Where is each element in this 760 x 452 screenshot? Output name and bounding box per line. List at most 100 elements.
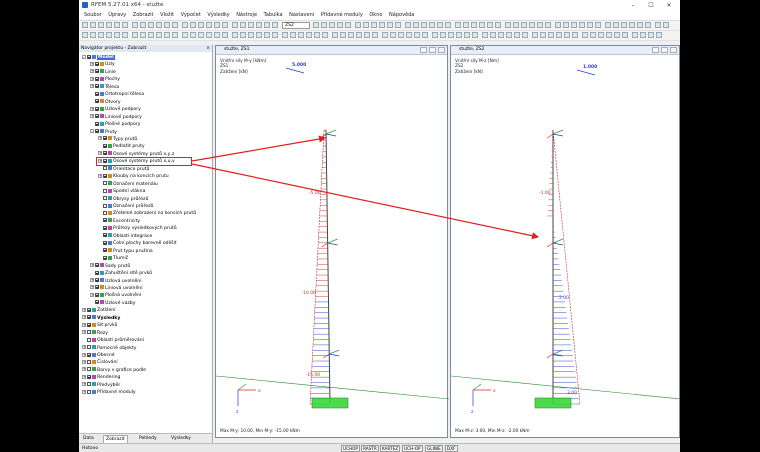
toolbar-button[interactable] [222, 22, 228, 28]
toolbar-button[interactable] [556, 32, 562, 38]
toolbar-button[interactable] [82, 32, 88, 38]
toolbar-button[interactable] [522, 32, 528, 38]
toolbar-button[interactable] [463, 22, 469, 28]
pane-restore-icon[interactable] [661, 47, 668, 53]
toolbar-button[interactable] [156, 22, 162, 28]
toolbar-button[interactable] [356, 32, 362, 38]
expand-icon[interactable]: + [90, 106, 94, 111]
expand-icon[interactable]: + [82, 359, 86, 364]
toolbar-button[interactable] [371, 22, 377, 28]
tree-node[interactable]: + Obecné [82, 352, 115, 359]
visibility-checkbox[interactable] [95, 129, 99, 133]
status-dxf-button[interactable]: DXF [445, 445, 458, 452]
visibility-checkbox[interactable] [103, 248, 107, 253]
toolbar-button[interactable] [256, 22, 262, 28]
visibility-checkbox[interactable] [95, 99, 99, 104]
toolbar-button[interactable] [314, 32, 320, 38]
toolbar-button[interactable] [172, 22, 178, 28]
toolbar-button[interactable] [464, 32, 470, 38]
toolbar-button[interactable] [605, 22, 611, 28]
tree-node[interactable]: + Plochy [90, 76, 120, 83]
visibility-checkbox[interactable] [103, 203, 107, 208]
toolbar-button[interactable] [663, 22, 669, 28]
expand-icon[interactable]: + [82, 322, 86, 327]
tree-node[interactable]: + Uzlové podpory [90, 106, 141, 113]
expand-icon[interactable]: + [98, 136, 102, 141]
visibility-checkbox[interactable] [103, 188, 107, 193]
toolbar-button[interactable] [472, 32, 478, 38]
expand-icon[interactable]: + [90, 263, 94, 268]
toolbar-button[interactable] [140, 32, 146, 38]
status-uchop2-button[interactable]: UCH-OP [402, 445, 423, 452]
toolbar-button[interactable] [337, 22, 343, 28]
toolbar-button[interactable] [264, 32, 270, 38]
toolbar-button[interactable] [182, 22, 188, 28]
tree-node[interactable]: + Uzly [90, 61, 115, 68]
visibility-checkbox[interactable] [87, 352, 91, 357]
tree-node[interactable]: Otvory [90, 99, 121, 106]
toolbar-button[interactable] [114, 32, 120, 38]
visibility-checkbox[interactable] [87, 322, 91, 327]
toolbar-button[interactable] [248, 32, 254, 38]
toolbar-button[interactable] [629, 22, 635, 28]
collapse-icon[interactable]: - [90, 129, 94, 133]
toolbar-button[interactable] [240, 22, 246, 28]
tree-node[interactable]: + Tělesa [90, 84, 119, 91]
tree-node[interactable]: + Klouby na koncích prutu [98, 173, 169, 180]
toolbar-button[interactable] [198, 22, 204, 28]
toolbar-button[interactable] [363, 22, 369, 28]
visibility-checkbox[interactable] [95, 61, 99, 66]
expand-icon[interactable]: + [82, 382, 86, 387]
visibility-checkbox[interactable] [87, 367, 91, 372]
visibility-checkbox[interactable] [95, 292, 99, 297]
tab-pohledy[interactable]: Pohledy [137, 435, 159, 442]
toolbar-button[interactable] [390, 32, 396, 38]
toolbar-button[interactable] [321, 22, 327, 28]
toolbar-button[interactable] [214, 22, 220, 28]
tab-vysledky[interactable]: Výsledky [169, 435, 193, 442]
expand-icon[interactable]: + [98, 151, 102, 156]
visibility-checkbox[interactable] [87, 374, 91, 379]
toolbar-button[interactable] [206, 22, 212, 28]
tree-node[interactable]: + Pomocné objekty [82, 345, 136, 352]
toolbar-button[interactable] [548, 32, 554, 38]
toolbar-button[interactable] [232, 32, 238, 38]
toolbar-button[interactable] [571, 22, 577, 28]
toolbar-button[interactable] [148, 32, 154, 38]
toolbar-button[interactable] [555, 22, 561, 28]
visibility-checkbox[interactable] [95, 285, 99, 290]
toolbar-button[interactable] [606, 32, 612, 38]
tree-node[interactable]: Oblasti integrace [98, 233, 152, 240]
tree-node[interactable]: Plošné podpory [90, 121, 140, 128]
toolbar-button[interactable] [114, 22, 120, 28]
tree-node[interactable]: Uzlové vazby [90, 300, 135, 307]
tree-node[interactable]: + Řezy [82, 330, 108, 337]
toolbar-button[interactable] [532, 32, 538, 38]
visibility-checkbox[interactable] [95, 300, 99, 305]
expand-icon[interactable]: + [90, 114, 94, 119]
toolbar-button[interactable] [132, 32, 138, 38]
tree-node[interactable]: Zřetelné zobrazení na koncích prutů [98, 210, 196, 217]
visibility-checkbox[interactable] [103, 196, 107, 201]
tree-node[interactable]: Spodní vlákna [98, 188, 145, 195]
tree-node[interactable]: + Předvýběr [82, 382, 120, 389]
visibility-checkbox[interactable] [87, 389, 91, 394]
menu-tabulka[interactable]: Tabulka [264, 11, 283, 20]
tree-node[interactable]: + Síť prvků [82, 322, 117, 329]
toolbar-button[interactable] [395, 22, 401, 28]
tree-node[interactable]: Tlumič [98, 255, 128, 262]
visibility-checkbox[interactable] [87, 330, 91, 335]
toolbar-button[interactable] [645, 22, 651, 28]
pane-close-icon[interactable] [670, 47, 677, 53]
toolbar-button[interactable] [505, 22, 511, 28]
toolbar-button[interactable] [540, 32, 546, 38]
tree-node[interactable]: + Zatížení [82, 307, 115, 314]
expand-icon[interactable]: + [82, 307, 86, 312]
tree-node[interactable]: Obrysy průřezů [98, 196, 148, 203]
toolbar-button[interactable] [340, 32, 346, 38]
toolbar-button[interactable] [514, 32, 520, 38]
visibility-checkbox[interactable] [95, 76, 99, 81]
toolbar-button[interactable] [613, 22, 619, 28]
tree-node[interactable]: + Rendering [82, 374, 120, 381]
toolbar-button[interactable] [598, 32, 604, 38]
